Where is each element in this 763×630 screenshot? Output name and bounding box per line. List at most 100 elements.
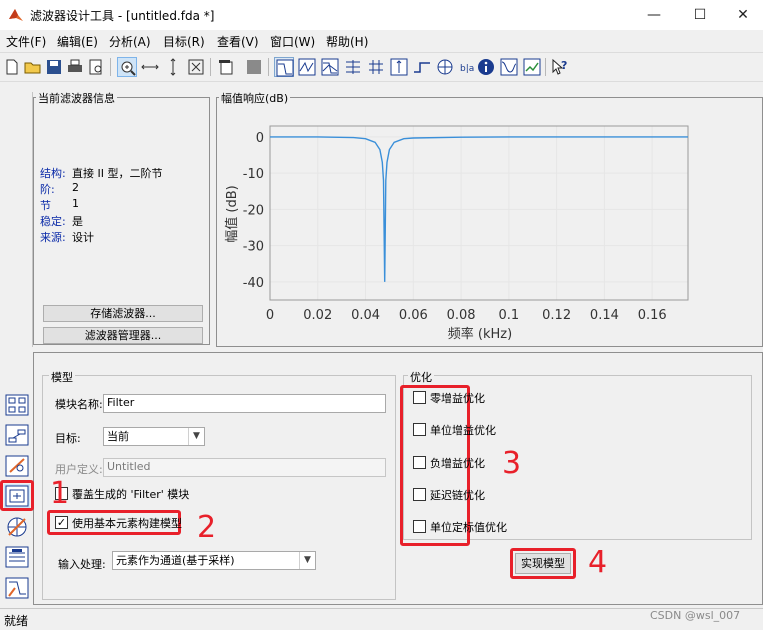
info-label: 结构:	[40, 167, 66, 180]
user-defined-input[interactable]: Untitled	[103, 458, 386, 477]
info-value: 1	[72, 197, 79, 210]
transform-filter-icon[interactable]	[4, 393, 30, 417]
coefficients-icon[interactable]: b|a	[458, 57, 478, 77]
delay-chain-checkbox[interactable]	[413, 488, 426, 501]
filter-manager-button[interactable]: 滤波器管理器...	[43, 327, 203, 344]
info-value: 2	[72, 181, 79, 194]
print-preview-icon[interactable]	[86, 57, 106, 77]
x-tick-label: 0.02	[303, 308, 332, 323]
status-bar: 就绪 CSDN @wsl_007	[0, 608, 763, 630]
status-text: 就绪	[4, 614, 29, 628]
chart-gridlines	[269, 126, 688, 300]
save-icon[interactable]	[44, 57, 64, 77]
toolbar: b|a ?	[0, 52, 763, 82]
design-filter-icon[interactable]	[4, 576, 30, 600]
y-tick-label: -20	[243, 203, 264, 218]
step-response-icon[interactable]	[412, 57, 432, 77]
negative-gain-label: 负增益优化	[430, 457, 485, 470]
convert-structure-icon[interactable]	[4, 423, 30, 447]
whats-this-help-icon[interactable]: ?	[550, 57, 570, 77]
info-value: 直接 II 型，二阶节	[72, 167, 163, 180]
pole-zero-plot-icon[interactable]	[4, 515, 30, 539]
magnitude-chart: 0 -10 -20 -30 -40 0 0.02 0.04 0.06 0.08 0.1 0.12 0.…	[224, 125, 689, 342]
x-tick-label: 0.06	[399, 308, 428, 323]
unity-scale-label: 单位定标值优化	[430, 521, 507, 534]
block-name-label: 模块名称:	[55, 398, 103, 411]
matlab-logo-icon	[9, 9, 23, 21]
impulse-response-icon[interactable]	[389, 57, 409, 77]
svg-text:b|a: b|a	[460, 64, 474, 74]
menu-edit[interactable]: 编辑(E)	[57, 33, 98, 50]
pole-zero-icon[interactable]	[435, 57, 455, 77]
user-defined-label: 用户定义:	[55, 463, 103, 476]
filter-info-title: 当前滤波器信息	[36, 90, 117, 106]
realize-model-icon[interactable]	[4, 484, 30, 508]
maximize-button[interactable]: ☐	[677, 0, 723, 30]
input-processing-label: 输入处理:	[58, 558, 106, 571]
x-tick-label: 0.14	[590, 308, 619, 323]
zoom-in-icon[interactable]	[117, 57, 137, 77]
negative-gain-checkbox[interactable]	[413, 456, 426, 469]
y-tick-label: -10	[243, 167, 264, 182]
title-bar: 滤波器设计工具 - [untitled.fda *] — ☐ ✕	[0, 0, 763, 30]
store-filter-button[interactable]: 存储滤波器...	[43, 305, 203, 322]
group-delay-icon[interactable]	[343, 57, 363, 77]
zoom-y-icon[interactable]	[163, 57, 183, 77]
x-tick-label: 0.16	[638, 308, 667, 323]
multirate-icon[interactable]	[4, 545, 30, 569]
zero-gain-label: 零增益优化	[430, 392, 485, 405]
annotation-number-1: 1	[50, 476, 70, 511]
round-off-noise-icon[interactable]	[499, 57, 519, 77]
info-value: 是	[72, 215, 83, 228]
y-tick-label: -30	[243, 240, 264, 255]
x-axis-label: 频率 (kHz)	[448, 326, 512, 342]
open-folder-icon[interactable]	[23, 57, 43, 77]
phase-response-icon[interactable]	[297, 57, 317, 77]
info-value: 设计	[72, 231, 94, 244]
pole-zero-editor-icon[interactable]	[4, 454, 30, 478]
phase-delay-icon[interactable]	[366, 57, 386, 77]
magnitude-response-icon[interactable]	[274, 57, 294, 77]
zoom-x-icon[interactable]	[140, 57, 160, 77]
use-basic-elements-label: 使用基本元素构建模型	[72, 517, 182, 530]
mag-phase-icon[interactable]	[320, 57, 340, 77]
menu-help[interactable]: 帮助(H)	[326, 33, 368, 50]
delay-chain-label: 延迟链优化	[430, 489, 485, 502]
new-file-icon[interactable]	[2, 57, 22, 77]
x-tick-label: 0	[266, 308, 274, 323]
info-label: 来源:	[40, 231, 66, 244]
overwrite-block-label: 覆盖生成的 'Filter' 模块	[72, 488, 190, 501]
magnitude-estimate-icon[interactable]	[522, 57, 542, 77]
minimize-button[interactable]: —	[631, 0, 677, 30]
new-window-icon[interactable]	[216, 57, 236, 77]
print-icon[interactable]	[65, 57, 85, 77]
zero-gain-checkbox[interactable]	[413, 391, 426, 404]
info-label: 稳定:	[40, 215, 66, 228]
full-screen-icon[interactable]	[244, 57, 264, 77]
target-label: 目标:	[55, 432, 81, 445]
optimization-group-title: 优化	[408, 369, 434, 385]
menu-file[interactable]: 文件(F)	[6, 33, 46, 50]
x-tick-label: 0.1	[499, 308, 520, 323]
menu-analysis[interactable]: 分析(A)	[109, 33, 151, 50]
info-label: 节	[40, 199, 51, 212]
full-view-icon[interactable]	[186, 57, 206, 77]
annotation-number-4: 4	[588, 545, 608, 580]
watermark: CSDN @wsl_007	[650, 609, 741, 622]
info-icon[interactable]	[476, 57, 496, 77]
menu-target[interactable]: 目标(R)	[163, 33, 205, 50]
unity-gain-checkbox[interactable]	[413, 423, 426, 436]
target-select[interactable]: 当前 ▼	[103, 427, 205, 446]
use-basic-elements-checkbox[interactable]: ✓	[55, 516, 68, 529]
info-label: 阶:	[40, 183, 55, 196]
annotation-number-3: 3	[502, 446, 522, 481]
y-tick-label: -40	[243, 276, 264, 291]
input-processing-select[interactable]: 元素作为通道(基于采样) ▼	[112, 551, 316, 570]
block-name-input[interactable]: Filter	[103, 394, 386, 413]
menu-view[interactable]: 查看(V)	[217, 33, 259, 50]
menu-window[interactable]: 窗口(W)	[270, 33, 315, 50]
unity-scale-checkbox[interactable]	[413, 520, 426, 533]
svg-text:?: ?	[561, 59, 567, 72]
close-button[interactable]: ✕	[720, 0, 763, 30]
realize-model-button[interactable]: 实现模型	[515, 553, 571, 574]
